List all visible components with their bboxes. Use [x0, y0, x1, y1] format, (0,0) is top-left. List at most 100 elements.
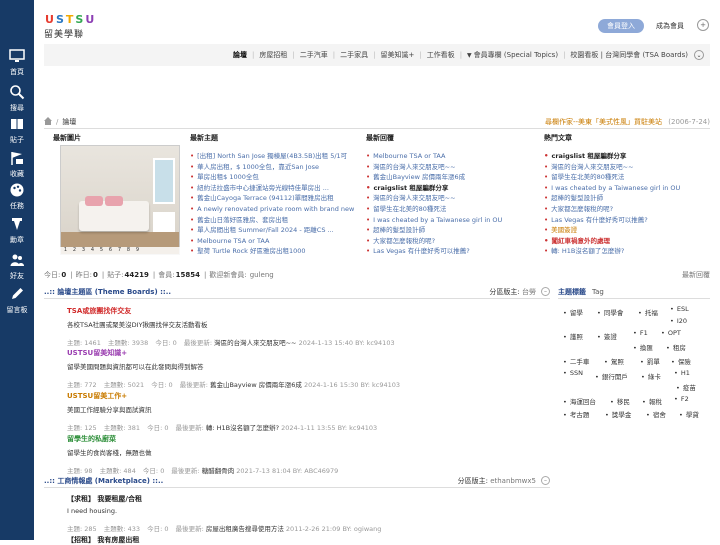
- pager-item[interactable]: 7: [116, 247, 123, 255]
- list-item[interactable]: craigslist 租屋騙群分享: [544, 151, 708, 162]
- tag-item[interactable]: 銀行開戶: [595, 371, 628, 381]
- sidebar-item-medals[interactable]: 勳章: [0, 212, 34, 252]
- sidebar-item-guestbook[interactable]: 留言板: [0, 282, 34, 322]
- last-post-author[interactable]: ogiwang: [354, 525, 381, 533]
- list-item[interactable]: 灣區的台灣人來交朋友吧~~: [366, 193, 536, 204]
- announcement-text[interactable]: 尋欄作家--美東「美式性風」買駐美站: [545, 118, 662, 126]
- list-item[interactable]: craigslist 租屋騙群分享: [366, 183, 536, 194]
- tag-item[interactable]: 同學會: [597, 307, 624, 317]
- home-icon[interactable]: [44, 117, 52, 127]
- tag-item[interactable]: 學貸: [679, 409, 699, 419]
- tag-item[interactable]: SSN: [563, 369, 583, 377]
- collapse-icon[interactable]: –: [541, 287, 550, 296]
- list-item[interactable]: 大家都怎麼報稅的呢?: [366, 236, 536, 247]
- moderator-name[interactable]: 台勞: [522, 288, 536, 296]
- forum-name[interactable]: 留學生的私廚菜: [67, 434, 547, 444]
- tag-item[interactable]: 報稅: [642, 396, 662, 406]
- list-item[interactable]: 美國簽證: [544, 225, 708, 236]
- forum-name[interactable]: USTSU留美工作+: [67, 391, 547, 401]
- latest-image[interactable]: [60, 145, 180, 255]
- tag-item[interactable]: H1: [674, 369, 690, 377]
- nav-item-used-cars[interactable]: 二手汽車: [300, 50, 328, 60]
- list-item[interactable]: 聖荷 Turtle Rock 好區雅房出租1000: [190, 246, 358, 257]
- list-item[interactable]: Melbourne TSA or TAA: [366, 151, 536, 162]
- section-title[interactable]: ..:: 工商情報處 (Marketplace) ::..: [44, 476, 163, 486]
- nav-item-used-furniture[interactable]: 二手家具: [340, 50, 368, 60]
- forum-name[interactable]: 【招租】 我有房屋出租: [67, 535, 547, 545]
- tag-item[interactable]: 簽證: [597, 331, 617, 341]
- list-item[interactable]: Las Vegas 有什麼好秀可以推薦?: [366, 246, 536, 257]
- pager-item[interactable]: 8: [125, 247, 132, 255]
- pager-item[interactable]: 1: [62, 247, 69, 255]
- tag-item[interactable]: 駕照: [604, 356, 624, 366]
- list-item[interactable]: 單房出租$ 1000全包: [190, 172, 358, 183]
- list-item[interactable]: 舊金山日落好區雅房、套房出租: [190, 215, 358, 226]
- nav-item-knowledge[interactable]: 留美知識+: [380, 50, 414, 60]
- tag-item[interactable]: 留學: [563, 307, 583, 317]
- list-item[interactable]: I was cheated by a Taiwanese girl in OU: [544, 183, 708, 194]
- nav-item-tsa-boards[interactable]: 校園看板 | 台灣同學會 (TSA Boards): [570, 50, 688, 60]
- breadcrumb-current[interactable]: 論壇: [62, 117, 76, 127]
- pager-item[interactable]: 9: [134, 247, 141, 255]
- last-post-link[interactable]: 房屋出租廣告搜尋使用方法: [206, 525, 284, 533]
- pager-item[interactable]: 2: [71, 247, 78, 255]
- list-item[interactable]: [出租] North San Jose 獨棟屋(4B3.5B)出租 5/1可: [190, 151, 358, 162]
- list-item[interactable]: 大家都怎麼報稅的呢?: [544, 204, 708, 215]
- tag-item[interactable]: F2: [674, 395, 689, 403]
- last-post-link[interactable]: 轉: H1B沒名額了怎麼辦?: [206, 424, 279, 432]
- login-button[interactable]: 會員登入: [598, 19, 644, 33]
- tag-item[interactable]: 托福: [638, 307, 658, 317]
- forum-name[interactable]: USTSU留美知識+: [67, 348, 547, 358]
- tag-item[interactable]: F1: [633, 329, 648, 337]
- latest-reply-link[interactable]: 最新回覆: [682, 270, 710, 280]
- tag-item[interactable]: 宿舍: [646, 409, 666, 419]
- pager-item[interactable]: 6: [107, 247, 114, 255]
- list-item[interactable]: 舊金山Bayview 房價兩年漲6成: [366, 172, 536, 183]
- list-item[interactable]: A newly renovated private room with bran…: [190, 204, 358, 215]
- nav-item-forum[interactable]: 論壇: [233, 50, 247, 60]
- sidebar-item-home[interactable]: 首頁: [0, 44, 34, 84]
- moderator-name[interactable]: ethanbmwx5: [490, 477, 536, 485]
- nav-item-special-topics[interactable]: ▼ 會員專欄 (Special Topics): [467, 50, 558, 60]
- last-post-author[interactable]: kc94103: [367, 339, 395, 347]
- list-item[interactable]: 華人房出租，$ 1000全包，靠近San Jose: [190, 162, 358, 173]
- collapse-icon[interactable]: –: [541, 476, 550, 485]
- last-post-author[interactable]: kc94103: [349, 424, 377, 432]
- nav-item-jobs[interactable]: 工作看板: [427, 50, 455, 60]
- plus-icon[interactable]: +: [697, 19, 709, 31]
- tag-item[interactable]: ESL: [670, 305, 689, 313]
- tag-item[interactable]: 護照: [563, 331, 583, 341]
- list-item[interactable]: 單人房間出租 Summer/Fall 2024 - 距離CS ...: [190, 225, 358, 236]
- tag-item[interactable]: 保險: [671, 356, 691, 366]
- tag-item[interactable]: 疫苗: [676, 382, 696, 392]
- list-item[interactable]: 超棒的髮型設計師: [366, 225, 536, 236]
- pager-item[interactable]: 3: [80, 247, 87, 255]
- tag-item[interactable]: 獎學金: [605, 409, 632, 419]
- tag-item[interactable]: I20: [670, 317, 687, 325]
- list-item[interactable]: 轉: H1B沒名額了怎麼辦?: [544, 246, 708, 257]
- list-item[interactable]: 留學生在北美的80種死法: [366, 204, 536, 215]
- tag-item[interactable]: 換匯: [633, 342, 653, 352]
- list-item[interactable]: 灣區的台灣人來交朋友吧~~: [366, 162, 536, 173]
- list-item[interactable]: I was cheated by a Taiwanese girl in OU: [366, 215, 536, 226]
- tag-item[interactable]: 租房: [666, 342, 686, 352]
- list-item[interactable]: 留學生在北美的80種死法: [544, 172, 708, 183]
- tag-item[interactable]: 海運回台: [563, 396, 596, 406]
- forum-name[interactable]: TSA或旅團找伴交友: [67, 306, 547, 316]
- pager-item[interactable]: 4: [89, 247, 96, 255]
- tag-item[interactable]: 考古題: [563, 409, 590, 419]
- list-item[interactable]: 灣區的台灣人來交朋友吧~~: [544, 162, 708, 173]
- list-item[interactable]: Las Vegas 有什麼好秀可以推薦?: [544, 215, 708, 226]
- last-post-author[interactable]: kc94103: [372, 381, 400, 389]
- last-post-link[interactable]: 灣區的台灣人來交朋友吧~~: [214, 339, 296, 347]
- nav-item-housing[interactable]: 房屋招租: [259, 50, 287, 60]
- site-logo[interactable]: U S T S U 留美學聯: [44, 13, 94, 40]
- list-item[interactable]: 舊金山Cayoga Terrace (94112)單間雅房出租: [190, 193, 358, 204]
- last-post-link[interactable]: 舊金山Bayview 房價兩年漲6成: [210, 381, 302, 389]
- tag-item[interactable]: 二手車: [563, 356, 590, 366]
- list-item[interactable]: 闖紅車禍意外的處理: [544, 236, 708, 247]
- tag-item[interactable]: 綠卡: [641, 371, 661, 381]
- list-item[interactable]: 超棒的髮型設計師: [544, 193, 708, 204]
- section-title[interactable]: ..:: 論壇主題區 (Theme Boards) ::..: [44, 287, 171, 297]
- tag-item[interactable]: OPT: [661, 329, 681, 337]
